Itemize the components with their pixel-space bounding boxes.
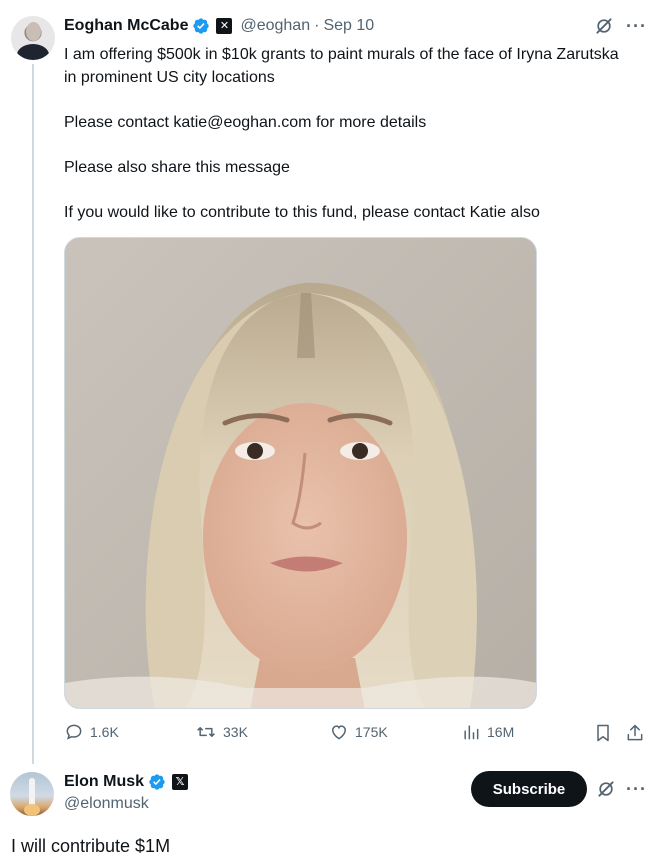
tweet-original[interactable]: Eoghan McCabe ✕ @eoghan · Sep 10 ··· I a… <box>0 0 661 764</box>
tweet-paragraph: If you would like to contribute to this … <box>64 203 540 221</box>
reply-button[interactable]: 1.6K <box>64 722 119 742</box>
tweet-top-actions: ··· <box>594 16 647 36</box>
bookmark-icon[interactable] <box>593 722 613 744</box>
affiliate-badge-icon[interactable]: 𝕏 <box>172 774 189 790</box>
tweet-date[interactable]: Sep 10 <box>323 17 374 35</box>
grok-icon[interactable] <box>594 16 614 36</box>
affiliate-badge-icon[interactable]: ✕ <box>216 18 233 34</box>
reply-icon <box>66 724 82 740</box>
author-handle[interactable]: @elonmusk <box>64 795 149 813</box>
like-icon <box>331 725 347 740</box>
tweet-header: Elon Musk 𝕏 <box>64 771 189 793</box>
tweet-photo[interactable] <box>64 237 537 709</box>
verified-badge-icon[interactable] <box>192 17 210 35</box>
verified-badge-icon[interactable] <box>148 773 166 791</box>
tweet-text: I am offering $500k in $10k grants to pa… <box>64 44 624 247</box>
like-count: 175K <box>355 724 388 740</box>
tweet-paragraph: Please contact katie@eoghan.com for more… <box>64 113 427 131</box>
thread-connector <box>32 64 34 764</box>
share-icon[interactable] <box>625 722 645 744</box>
reply-count: 1.6K <box>90 724 119 740</box>
avatar[interactable] <box>11 16 55 60</box>
like-button[interactable]: 175K <box>329 722 388 742</box>
views-button[interactable]: 16M <box>461 722 514 742</box>
repost-count: 33K <box>223 724 248 740</box>
tweet-action-bar: 1.6K 33K 175K 16M <box>64 722 649 746</box>
portrait-image <box>65 238 536 708</box>
repost-button[interactable]: 33K <box>195 722 248 742</box>
grok-icon[interactable] <box>596 779 616 799</box>
author-name[interactable]: Eoghan McCabe <box>64 17 188 35</box>
reply-tweet-text: I will contribute $1M <box>11 836 171 856</box>
views-icon <box>464 725 479 740</box>
view-count: 16M <box>487 724 515 740</box>
more-icon[interactable]: ··· <box>626 780 647 798</box>
tweet-paragraph: Please also share this message <box>64 158 290 176</box>
avatar[interactable] <box>10 772 54 816</box>
tweet-paragraph: I am offering $500k in $10k grants to pa… <box>64 46 619 86</box>
tweet-header: Eoghan McCabe ✕ @eoghan · Sep 10 <box>64 15 374 37</box>
author-handle[interactable]: @eoghan <box>240 17 310 35</box>
author-name[interactable]: Elon Musk <box>64 773 144 791</box>
repost-icon <box>197 727 215 737</box>
more-icon[interactable]: ··· <box>626 17 647 35</box>
subscribe-button[interactable]: Subscribe <box>471 771 587 807</box>
separator-dot: · <box>314 17 320 34</box>
